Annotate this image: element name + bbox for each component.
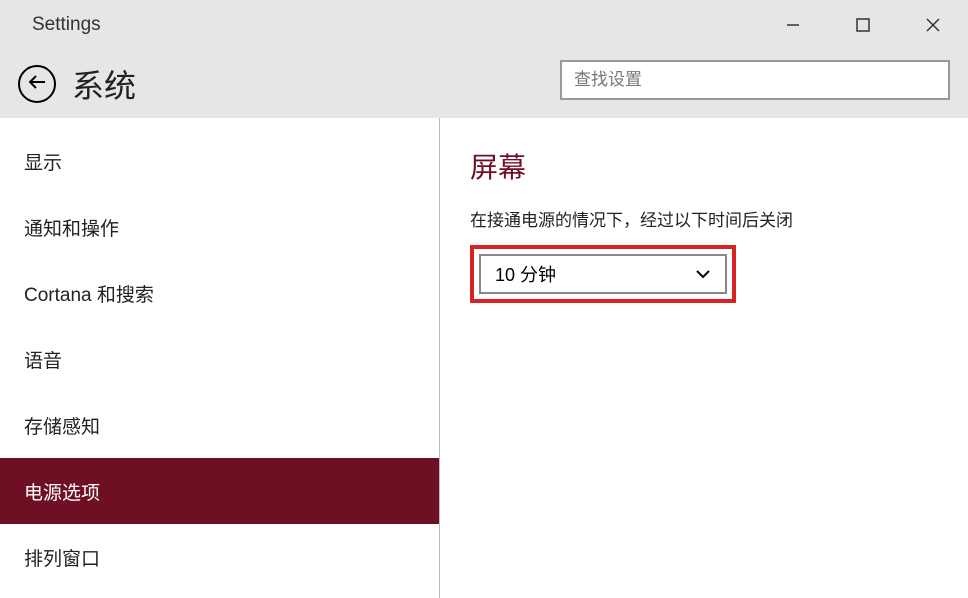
header: 系统 [0,50,968,118]
window-controls [758,0,968,50]
sidebar-item-label: 电源选项 [24,478,100,505]
arrow-left-icon [27,74,47,95]
sidebar-item-cortana[interactable]: Cortana 和搜索 [0,260,439,326]
sidebar: 显示 通知和操作 Cortana 和搜索 语音 存储感知 电源选项 排列窗口 [0,118,440,598]
body: 显示 通知和操作 Cortana 和搜索 语音 存储感知 电源选项 排列窗口 屏… [0,118,968,598]
sidebar-item-label: 语音 [24,346,62,373]
sidebar-item-label: 显示 [24,148,62,175]
maximize-button[interactable] [828,0,898,50]
page-title: 系统 [72,61,136,107]
highlight-annotation: 10 分钟 [470,245,736,303]
sidebar-item-label: Cortana 和搜索 [24,280,154,307]
sidebar-item-display[interactable]: 显示 [0,128,439,194]
sidebar-item-arrange-windows[interactable]: 排列窗口 [0,524,439,590]
field-label: 在接通电源的情况下，经过以下时间后关闭 [470,206,938,231]
dropdown-value: 10 分钟 [495,261,556,287]
section-title: 屏幕 [470,146,938,186]
sidebar-item-speech[interactable]: 语音 [0,326,439,392]
close-button[interactable] [898,0,968,50]
minimize-button[interactable] [758,0,828,50]
sidebar-item-notifications[interactable]: 通知和操作 [0,194,439,260]
sidebar-item-label: 存储感知 [24,412,100,439]
sidebar-item-power[interactable]: 电源选项 [0,458,439,524]
sidebar-item-label: 排列窗口 [24,544,100,571]
titlebar: Settings [0,0,968,50]
search-input[interactable] [574,70,936,90]
content-panel: 屏幕 在接通电源的情况下，经过以下时间后关闭 10 分钟 [440,118,968,598]
screen-timeout-dropdown[interactable]: 10 分钟 [479,254,727,294]
window-title: Settings [32,14,101,36]
back-button[interactable] [18,65,56,103]
search-box[interactable] [560,60,950,100]
sidebar-item-storage[interactable]: 存储感知 [0,392,439,458]
chevron-down-icon [695,266,711,282]
sidebar-item-label: 通知和操作 [24,214,119,241]
